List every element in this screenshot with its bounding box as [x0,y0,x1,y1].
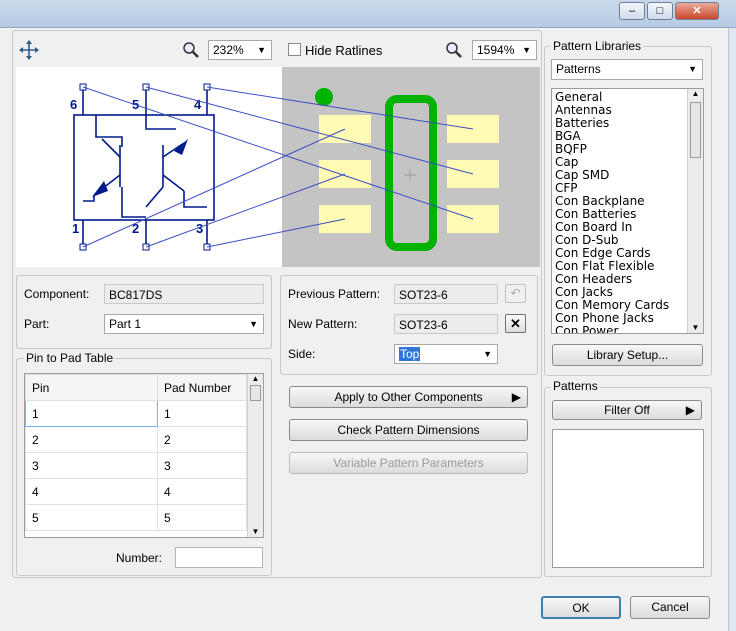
new-pattern-field[interactable]: SOT23-6 [394,314,498,334]
table-row[interactable]: 55 [25,504,247,531]
library-scrollbar[interactable]: ▲ ▼ [687,89,703,333]
zoom-right-value: 1594% [477,43,515,57]
previous-pattern-field: SOT23-6 [394,284,498,304]
pin1-marker [315,88,333,106]
pattern-libraries-title: Pattern Libraries [551,39,644,53]
table-row[interactable]: 33 [25,452,247,479]
pin-cell[interactable]: 2 [25,426,158,453]
library-setup-button[interactable]: Library Setup... [552,344,703,366]
side-select[interactable]: Top ▼ [394,344,498,364]
part-label: Part: [24,317,50,331]
patterns-title: Patterns [551,379,600,393]
pad-cell[interactable]: 4 [157,478,247,505]
variable-pattern-parameters-button[interactable]: Variable Pattern Parameters [289,452,528,474]
number-label: Number: [116,551,163,565]
component-field: BC817DS [104,284,264,304]
new-pattern-label: New Pattern: [288,317,358,331]
scroll-down-icon[interactable]: ▼ [248,527,263,536]
patterns-list[interactable] [552,429,704,568]
close-button[interactable]: ✕ [675,2,719,20]
part-value: Part 1 [109,317,142,331]
side-value: Top [399,347,421,361]
pin-table[interactable]: Pin Pad Number 11 22 33 44 55 ▲ ▼ [24,373,264,538]
library-list[interactable]: General Antennas Batteries BGA BQFP Cap … [551,88,704,334]
zoom-icon[interactable] [182,41,200,59]
scroll-down-icon[interactable]: ▼ [688,323,703,332]
pin-table-title: Pin to Pad Table [24,351,116,365]
hide-ratlines-label: Hide Ratlines [305,43,383,58]
list-item[interactable]: Con Power [552,325,688,334]
pin-cell[interactable]: 5 [25,504,158,531]
pin-cell[interactable]: 3 [25,452,158,479]
scroll-up-icon[interactable]: ▲ [688,89,703,98]
chevron-right-icon: ▶ [685,403,695,417]
check-pattern-dimensions-button[interactable]: Check Pattern Dimensions [289,419,528,441]
zoom-icon-right[interactable] [445,41,463,59]
scroll-thumb[interactable] [250,385,261,401]
chevron-down-icon: ▼ [522,45,531,55]
previous-pattern-label: Previous Pattern: [288,287,381,301]
minimize-button[interactable]: – [619,2,645,20]
cancel-button[interactable]: Cancel [630,596,710,619]
pad-cell[interactable]: 3 [157,452,247,479]
pin-label: 6 [70,97,77,112]
pattern-view[interactable]: 6 5 4 1 2 3 [16,67,540,267]
component-label: Component: [24,287,90,301]
pin-label: 1 [72,221,79,236]
schematic-canvas [16,67,282,267]
apply-to-other-components-button[interactable]: Apply to Other Components ▶ [289,386,528,408]
undo-icon[interactable]: ↶ [505,284,526,303]
clear-pattern-icon[interactable]: ✕ [505,314,526,333]
scroll-up-icon[interactable]: ▲ [248,374,263,383]
hide-ratlines-checkbox[interactable] [288,43,301,56]
chevron-down-icon: ▼ [249,319,258,329]
chevron-down-icon: ▼ [257,45,266,55]
maximize-button[interactable]: □ [647,2,673,20]
table-header-row: Pin Pad Number [25,374,247,401]
pin-label: 4 [194,97,202,112]
pad-cell[interactable]: 2 [157,426,247,453]
pin-cell[interactable]: 1 [25,400,158,427]
pin-table-scrollbar[interactable]: ▲ ▼ [247,374,263,537]
zoom-left-select[interactable]: 232% ▼ [208,40,272,60]
library-select-value: Patterns [556,62,601,76]
pin-cell[interactable]: 4 [25,478,158,505]
part-select[interactable]: Part 1 ▼ [104,314,264,334]
table-row[interactable]: 22 [25,426,247,453]
scroll-thumb[interactable] [690,102,701,158]
column-header-pin[interactable]: Pin [25,374,158,401]
window-border [728,28,736,631]
library-select[interactable]: Patterns ▼ [551,59,703,80]
number-input[interactable] [175,547,263,568]
table-row[interactable]: 11 [25,400,247,427]
pad-cell[interactable]: 5 [157,504,247,531]
apply-label: Apply to Other Components [334,390,483,404]
side-label: Side: [288,347,316,361]
chevron-right-icon: ▶ [511,390,521,404]
table-row[interactable]: 44 [25,478,247,505]
filter-button[interactable]: Filter Off ▶ [552,400,702,420]
move-icon[interactable] [18,39,40,61]
zoom-right-select[interactable]: 1594% ▼ [472,40,537,60]
ok-button[interactable]: OK [541,596,621,619]
filter-label: Filter Off [604,403,650,417]
chevron-down-icon: ▼ [688,64,697,74]
column-header-pad[interactable]: Pad Number [157,374,247,401]
chevron-down-icon: ▼ [483,349,492,359]
zoom-left-value: 232% [213,43,244,57]
pad-cell[interactable]: 1 [157,400,247,427]
